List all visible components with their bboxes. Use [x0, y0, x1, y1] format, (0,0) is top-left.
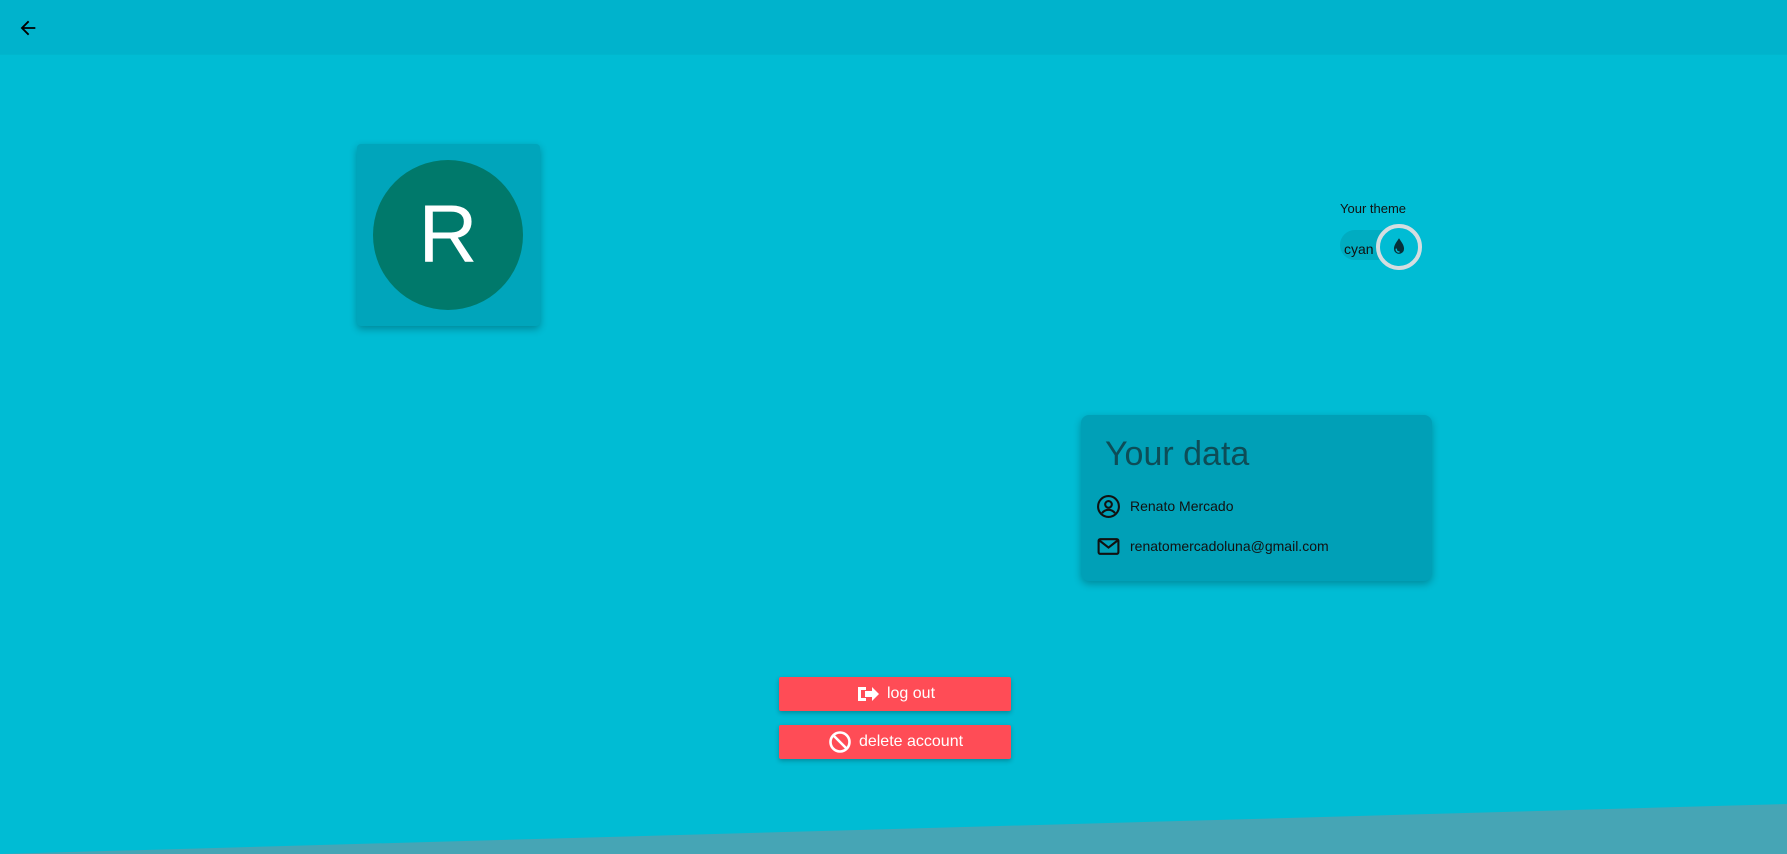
bottom-wave-decoration: [0, 804, 1787, 854]
